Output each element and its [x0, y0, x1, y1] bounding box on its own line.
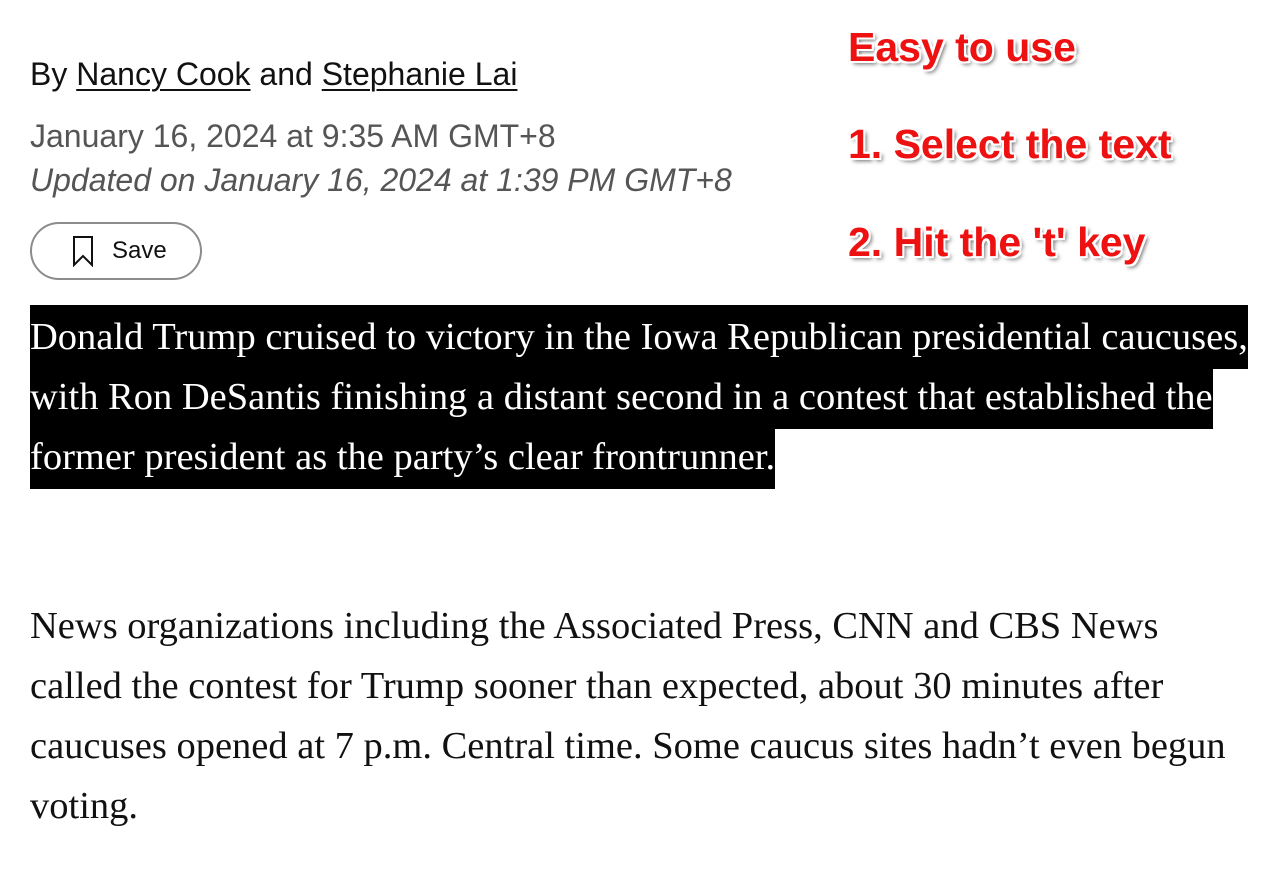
selected-text[interactable]: Donald Trump cruised to victory in the I… [30, 305, 1248, 489]
article-body-paragraph: News organizations including the Associa… [30, 605, 1226, 827]
byline: By Nancy Cook and Stephanie Lai [30, 54, 517, 94]
article-dates: January 16, 2024 at 9:35 AM GMT+8 Update… [30, 114, 732, 202]
author-link-stephanie-lai[interactable]: Stephanie Lai [322, 56, 518, 92]
byline-prefix: By [30, 56, 77, 92]
annotation-step-1: 1. Select the text [848, 121, 1172, 167]
byline-conjunction: and [250, 56, 322, 92]
bookmark-icon [73, 236, 93, 267]
save-button[interactable]: Save [30, 222, 202, 280]
annotation-step-2: 2. Hit the 't' key [848, 219, 1146, 265]
annotation-title: Easy to use [848, 24, 1076, 70]
save-label: Save [112, 237, 167, 264]
article-lede-paragraph[interactable]: Donald Trump cruised to victory in the I… [30, 305, 1250, 489]
author-link-nancy-cook[interactable]: Nancy Cook [76, 56, 250, 92]
published-date: January 16, 2024 at 9:35 AM GMT+8 [30, 118, 556, 154]
updated-date: Updated on January 16, 2024 at 1:39 PM G… [30, 162, 732, 198]
